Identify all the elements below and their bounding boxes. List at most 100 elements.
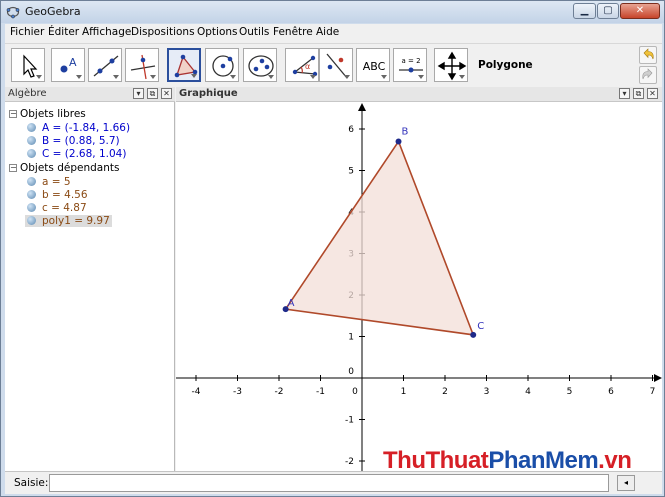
x-tick-label: 1 <box>401 387 407 397</box>
redo-icon <box>642 68 653 80</box>
point-C <box>470 331 477 338</box>
undo-icon <box>643 48 654 60</box>
input-label: Saisie: <box>14 477 49 489</box>
algebra-title: Algèbre <box>8 88 47 99</box>
visibility-toggle-icon[interactable] <box>27 203 36 212</box>
panel-close-icon[interactable]: ✕ <box>647 88 658 99</box>
minimize-button[interactable]: ▁ <box>573 3 596 19</box>
window-title: GeoGebra <box>25 5 81 18</box>
polygon-tool[interactable] <box>167 48 201 82</box>
conic-tool[interactable] <box>243 48 277 82</box>
dependent-objects-group[interactable]: − Objets dépendants <box>9 162 119 174</box>
x-tick-label: 0 <box>352 387 358 397</box>
geogebra-logo-icon <box>6 6 20 19</box>
x-tick-label: -3 <box>233 387 242 397</box>
x-tick-label: 3 <box>484 387 490 397</box>
x-tick-label: 5 <box>567 387 573 397</box>
menu-fichier[interactable]: Fichier <box>10 26 44 38</box>
panel-close-icon[interactable]: ✕ <box>161 88 172 99</box>
algebra-object-B[interactable]: B = (0.88, 5.7) <box>27 135 120 147</box>
visibility-toggle-icon[interactable] <box>27 190 36 199</box>
visibility-toggle-icon[interactable] <box>27 149 36 158</box>
angle-tool[interactable]: α <box>285 48 319 82</box>
close-button[interactable]: ✕ <box>620 3 660 19</box>
selected-tool-name: Polygone <box>478 59 533 71</box>
menu-outils[interactable]: Outils <box>239 26 269 38</box>
slider-tool-label: a = 2 <box>401 57 420 65</box>
y-tick-label: -1 <box>345 416 354 426</box>
algebra-object-C[interactable]: C = (2.68, 1.04) <box>27 148 126 160</box>
panel-menu-icon[interactable]: ▾ <box>133 88 144 99</box>
menu-editer[interactable]: Éditer <box>48 26 79 38</box>
perpendicular-tool[interactable] <box>125 48 159 82</box>
input-help-icon[interactable]: ◂ <box>617 475 635 491</box>
watermark: ThuThuatPhanMem.vn <box>383 447 632 474</box>
point-label-A: A <box>288 298 295 309</box>
algebra-object-c[interactable]: c = 4.87 <box>27 202 87 214</box>
visibility-toggle-icon[interactable] <box>27 216 36 225</box>
point-label-B: B <box>402 126 409 137</box>
undo-button[interactable] <box>639 46 657 64</box>
svg-text:A: A <box>69 56 77 69</box>
maximize-button[interactable]: ▢ <box>597 3 619 19</box>
x-tick-label: -4 <box>192 387 201 397</box>
algebra-object-a[interactable]: a = 5 <box>27 176 71 188</box>
panel-undock-icon[interactable]: ⧉ <box>147 88 158 99</box>
app-window: GeoGebra ▁ ▢ ✕ Fichier Éditer Affichage … <box>0 0 665 497</box>
text-tool[interactable]: ABC <box>356 48 390 82</box>
x-tick-label: -2 <box>275 387 284 397</box>
algebra-object-A[interactable]: A = (-1.84, 1.66) <box>27 122 130 134</box>
redo-button[interactable] <box>639 66 657 84</box>
geometry-layer: A B C <box>282 126 484 338</box>
input-field[interactable] <box>49 474 609 492</box>
y-tick-label: 0 <box>348 367 354 377</box>
x-tick-label: 4 <box>525 387 531 397</box>
graphics-view[interactable]: Graphique ▾ ⧉ ✕ -4-3-2-1012345676543210-… <box>176 87 662 471</box>
x-tick-label: -1 <box>316 387 325 397</box>
menu-options[interactable]: Options <box>197 26 238 38</box>
point-label-C: C <box>477 321 484 332</box>
y-tick-label: 5 <box>348 167 354 177</box>
dependent-objects-label: Objets dépendants <box>20 162 120 174</box>
y-tick-label: 6 <box>348 125 354 135</box>
triangle-poly1 <box>284 139 475 336</box>
circle-tool[interactable] <box>205 48 239 82</box>
title-bar[interactable]: GeoGebra ▁ ▢ ✕ <box>1 1 664 23</box>
x-tick-label: 7 <box>650 387 656 397</box>
menu-aide[interactable]: Aide <box>316 26 339 38</box>
svg-text:α: α <box>305 62 310 71</box>
menu-fenetre[interactable]: Fenêtre <box>273 26 313 38</box>
free-objects-label: Objets libres <box>20 108 86 120</box>
free-objects-group[interactable]: − Objets libres <box>9 108 86 120</box>
menu-dispositions[interactable]: Dispositions <box>131 26 195 38</box>
point-tool[interactable]: A <box>51 48 85 82</box>
collapse-icon[interactable]: − <box>9 164 17 172</box>
menu-affichage[interactable]: Affichage <box>82 26 131 38</box>
graphics-title: Graphique <box>179 88 238 99</box>
translate-view-tool[interactable] <box>434 48 468 82</box>
visibility-toggle-icon[interactable] <box>27 177 36 186</box>
toolbar: A α ABC a = 2 Polygone <box>5 43 662 87</box>
algebra-title-bar: Algèbre ▾ ⧉ ✕ <box>5 87 175 102</box>
visibility-toggle-icon[interactable] <box>27 136 36 145</box>
collapse-icon[interactable]: − <box>9 110 17 118</box>
menu-bar: Fichier Éditer Affichage Dispositions Op… <box>5 24 662 42</box>
point-B <box>395 138 402 145</box>
x-axis-arrow <box>654 374 662 382</box>
reflect-tool[interactable] <box>319 48 353 82</box>
move-tool[interactable] <box>11 48 45 82</box>
panel-menu-icon[interactable]: ▾ <box>619 88 630 99</box>
visibility-toggle-icon[interactable] <box>27 123 36 132</box>
line-tool[interactable] <box>88 48 122 82</box>
y-tick-label: -2 <box>345 457 354 467</box>
text-tool-label: ABC <box>363 60 386 73</box>
x-tick-label: 6 <box>608 387 614 397</box>
y-axis-arrow <box>358 103 366 111</box>
algebra-object-b[interactable]: b = 4.56 <box>27 189 88 201</box>
graphics-canvas[interactable]: -4-3-2-1012345676543210-1-2 ABC <box>176 103 662 471</box>
algebra-view: Algèbre ▾ ⧉ ✕ − Objets libres A = (-1.84,… <box>5 87 175 471</box>
graphics-title-bar: Graphique ▾ ⧉ ✕ <box>176 87 662 102</box>
slider-tool[interactable]: a = 2 <box>393 48 427 82</box>
panel-undock-icon[interactable]: ⧉ <box>633 88 644 99</box>
algebra-object-poly1[interactable]: poly1 = 9.97 <box>25 215 112 227</box>
